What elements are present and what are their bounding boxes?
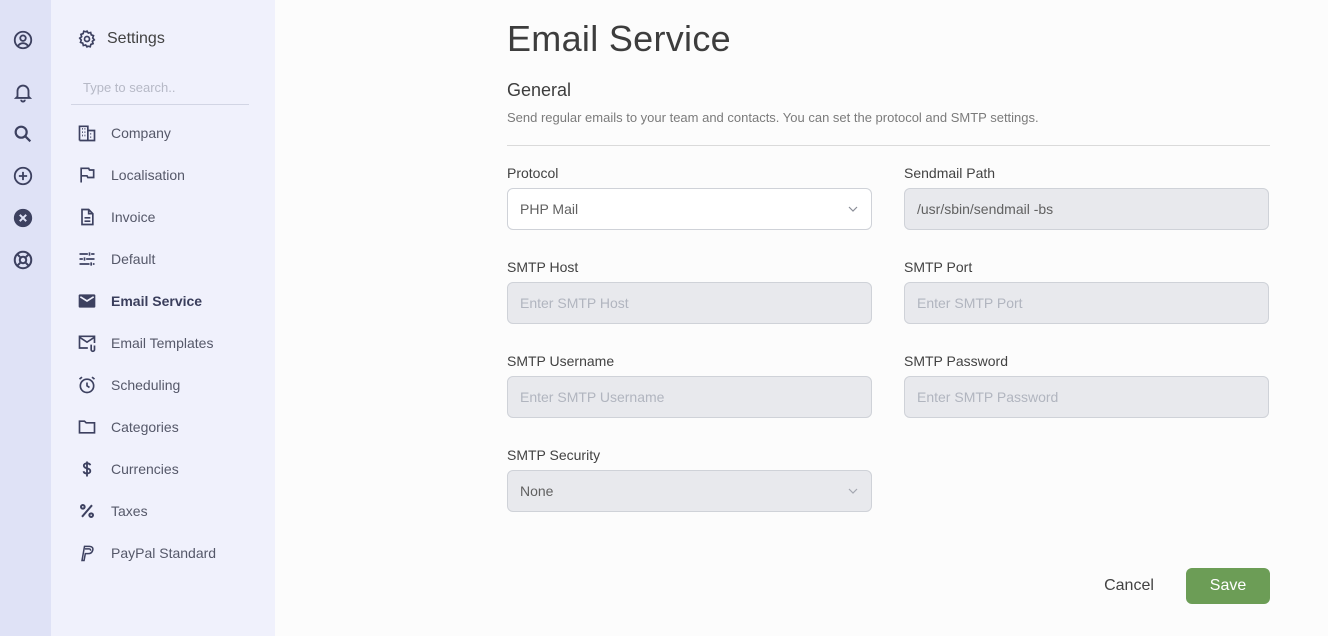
search-icon[interactable] [12,123,34,145]
cancel-button[interactable]: Cancel [1090,568,1168,604]
sendmail-path-value: /usr/sbin/sendmail -bs [917,201,1054,217]
close-circle-icon[interactable] [12,207,34,229]
sidebar-item-invoice[interactable]: Invoice [77,205,155,229]
sidebar-title: Settings [107,30,165,47]
bell-icon[interactable] [12,81,34,103]
alarm-clock-icon [78,376,96,394]
dollar-icon [82,461,92,477]
email-template-icon [78,335,96,353]
sidebar-item-label: Email Service [111,293,203,309]
sidebar-item-label: Invoice [111,209,156,225]
sidebar-item-label: Categories [111,419,179,435]
smtp-password-placeholder: Enter SMTP Password [917,389,1059,405]
save-button[interactable]: Save [1186,568,1270,604]
chevron-down-icon [848,206,858,212]
protocol-select[interactable]: PHP Mail [507,188,872,230]
sendmail-path-field[interactable]: /usr/sbin/sendmail -bs [904,188,1269,230]
smtp-username-label: SMTP Username [507,353,615,369]
lifebuoy-icon[interactable] [12,249,34,271]
envelope-icon [78,294,96,308]
sendmail-path-label: Sendmail Path [904,165,996,181]
settings-sidebar: Settings Company Localisation Invoice De… [51,0,275,636]
paypal-icon [81,545,94,562]
chevron-down-icon [848,488,858,494]
document-icon [81,208,94,226]
sidebar-item-label: Currencies [111,461,179,477]
building-icon [78,125,96,142]
percent-icon [80,504,95,519]
sidebar-item-default[interactable]: Default [77,247,155,271]
sidebar-item-scheduling[interactable]: Scheduling [77,373,180,397]
protocol-label: Protocol [507,165,559,181]
smtp-password-field[interactable]: Enter SMTP Password [904,376,1269,418]
flag-icon [80,167,95,183]
gear-icon [78,29,96,49]
smtp-port-field[interactable]: Enter SMTP Port [904,282,1269,324]
smtp-password-label: SMTP Password [904,353,1008,369]
sidebar-item-label: Taxes [111,503,148,519]
smtp-security-select[interactable]: None [507,470,872,512]
sidebar-item-currencies[interactable]: Currencies [77,457,179,481]
sidebar-item-label: Scheduling [111,377,181,393]
sidebar-item-taxes[interactable]: Taxes [77,499,148,523]
section-divider [507,145,1270,146]
sidebar-item-categories[interactable]: Categories [77,415,179,439]
sidebar-item-label: Company [111,125,171,141]
section-description: Send regular emails to your team and con… [507,110,1039,125]
section-title: General [507,80,572,100]
sidebar-item-email-templates[interactable]: Email Templates [77,331,213,355]
smtp-username-placeholder: Enter SMTP Username [520,389,665,405]
sidebar-item-label: PayPal Standard [111,545,217,561]
sidebar-item-email-service[interactable]: Email Service [77,289,202,313]
icon-rail [0,0,51,636]
smtp-port-label: SMTP Port [904,259,973,275]
page-title: Email Service [507,18,731,59]
smtp-host-label: SMTP Host [507,259,579,275]
plus-circle-icon[interactable] [12,165,34,187]
smtp-security-value: None [520,483,554,499]
sidebar-item-label: Email Templates [111,335,214,351]
sliders-icon [79,252,95,266]
sidebar-item-localisation[interactable]: Localisation [77,163,185,187]
smtp-port-placeholder: Enter SMTP Port [917,295,1023,311]
user-circle-icon[interactable] [12,29,34,51]
smtp-username-field[interactable]: Enter SMTP Username [507,376,872,418]
sidebar-item-label: Localisation [111,167,185,183]
smtp-security-label: SMTP Security [507,447,601,463]
folder-icon [78,420,96,434]
smtp-host-placeholder: Enter SMTP Host [520,295,629,311]
sidebar-item-label: Default [111,251,156,267]
sidebar-item-company[interactable]: Company [77,121,171,145]
sidebar-item-paypal-standard[interactable]: PayPal Standard [77,541,216,565]
sidebar-header: Settings [77,29,165,49]
main-content: Email Service General Send regular email… [275,0,1328,636]
protocol-value: PHP Mail [520,201,579,217]
settings-search-input[interactable] [71,71,249,105]
smtp-host-field[interactable]: Enter SMTP Host [507,282,872,324]
